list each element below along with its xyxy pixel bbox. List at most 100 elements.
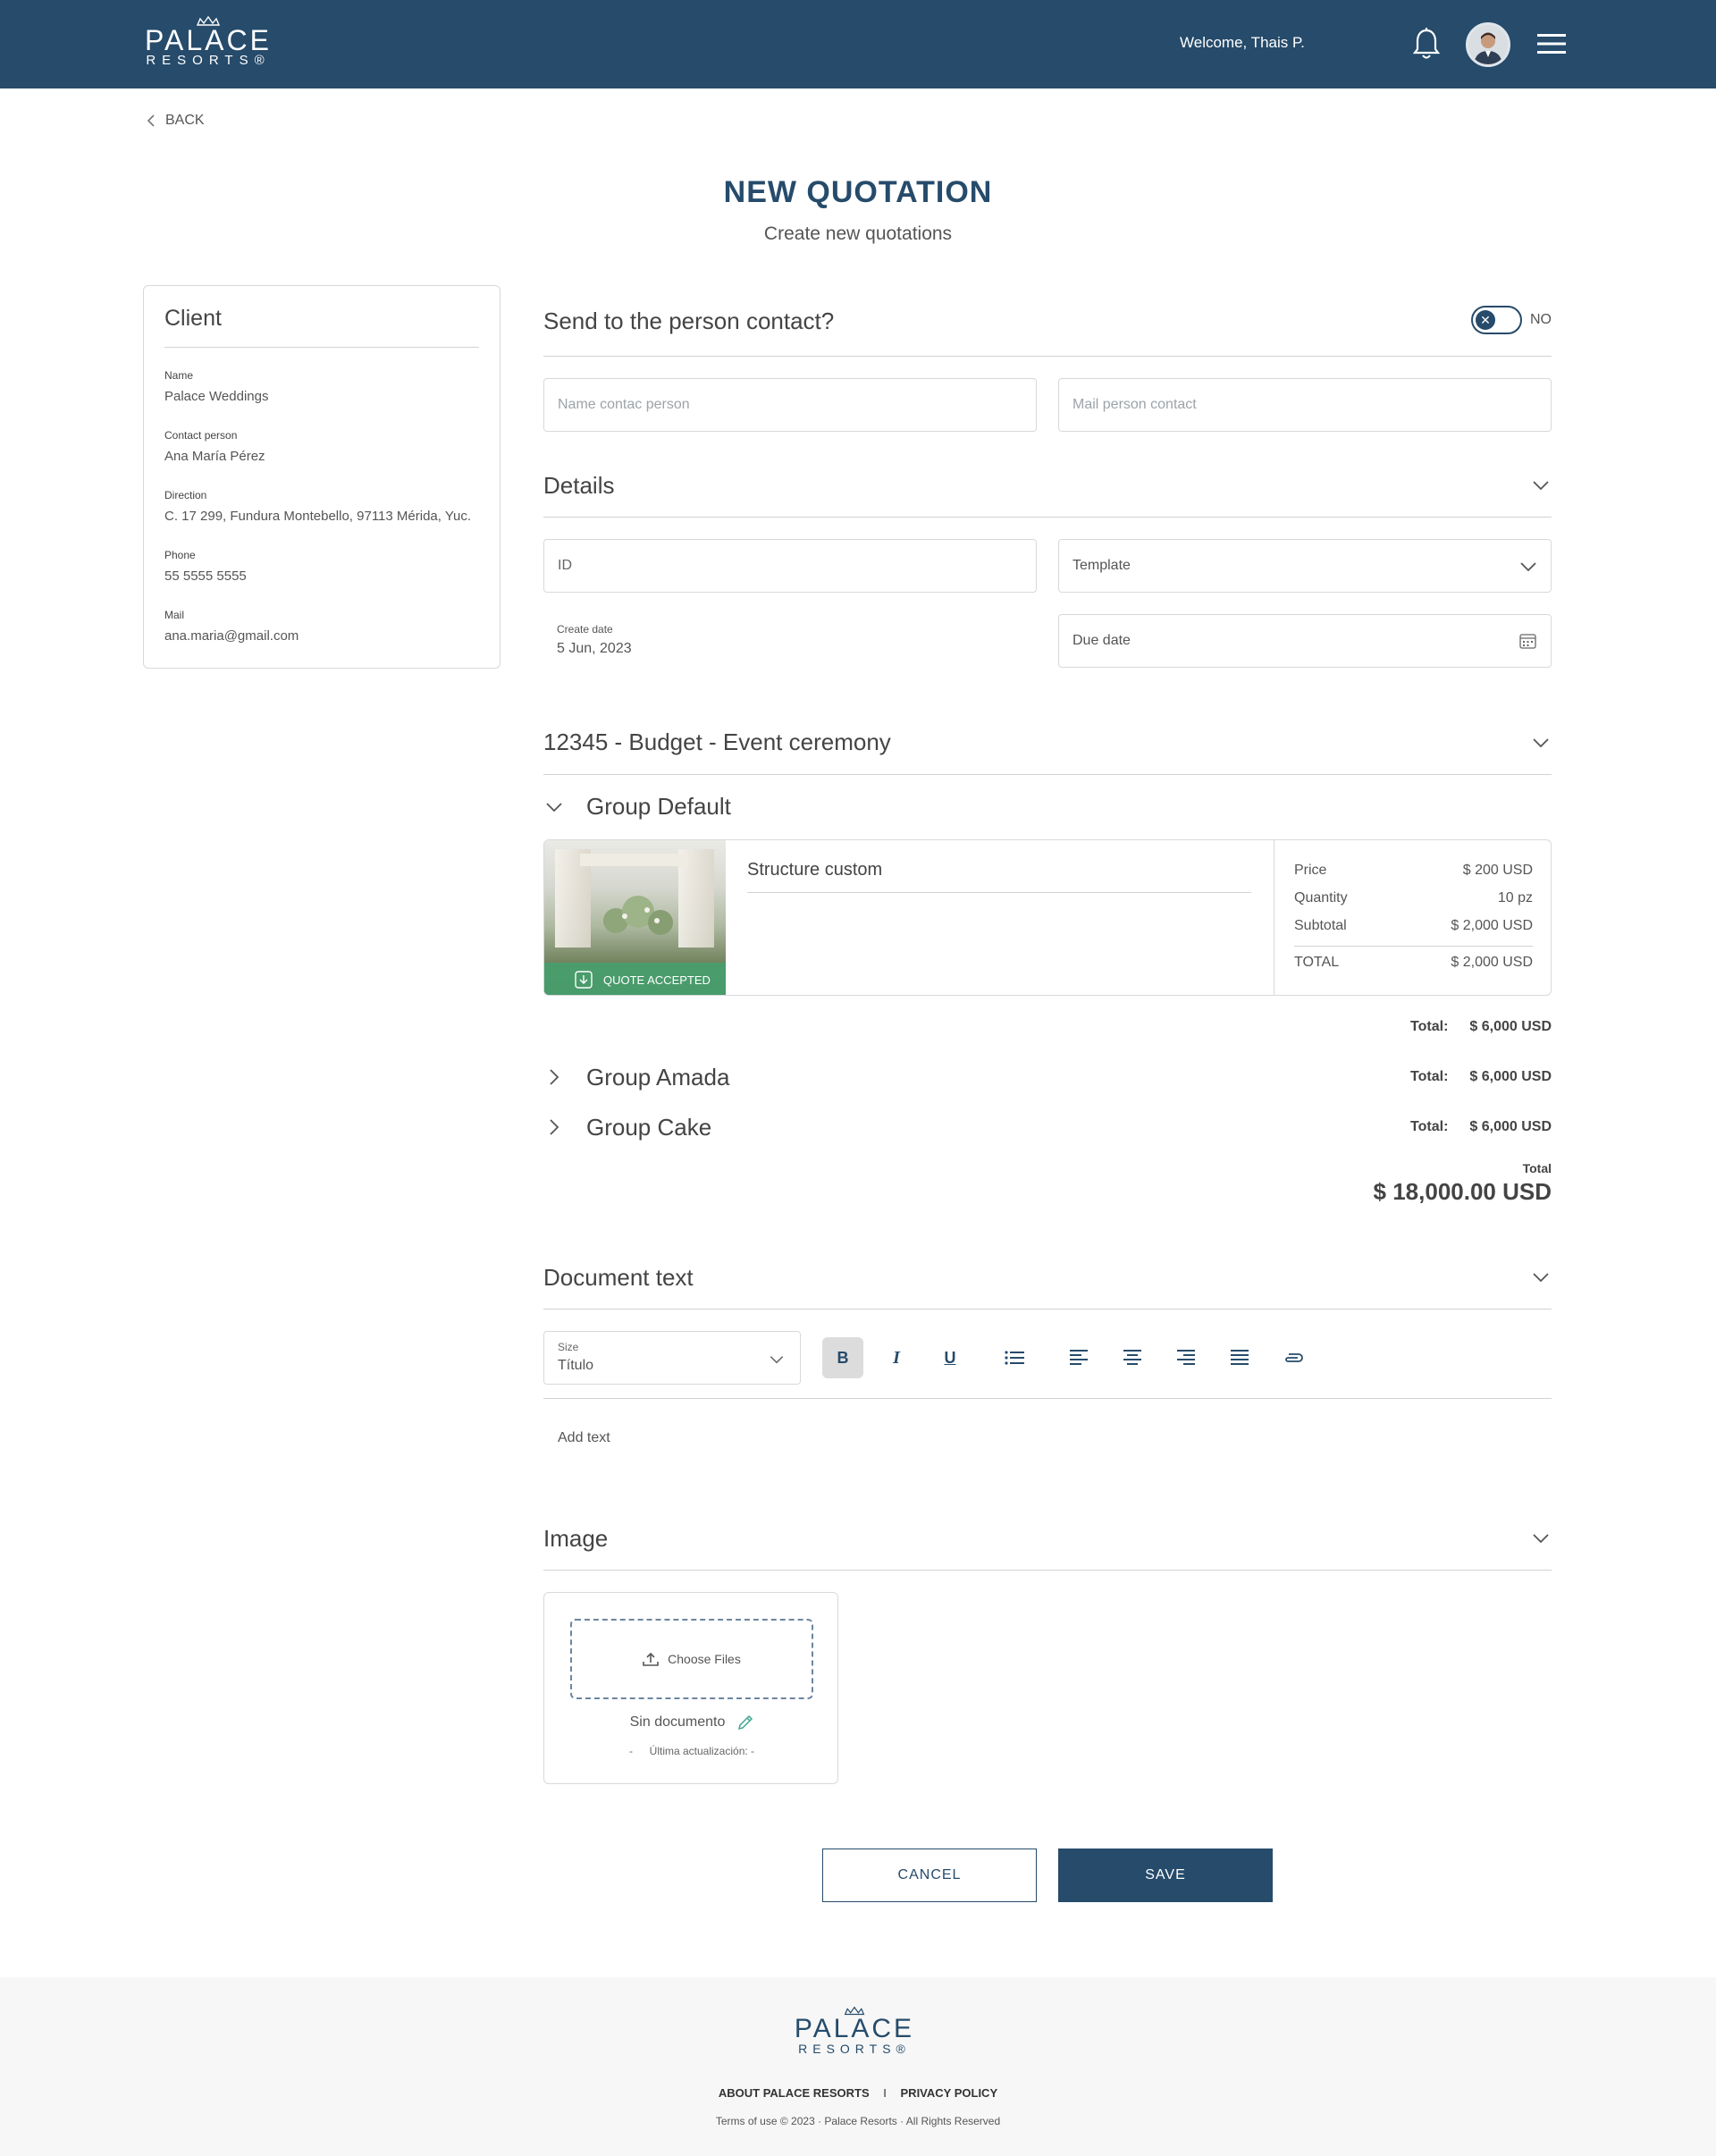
client-mail-value: ana.maria@gmail.com [164,628,299,644]
bold-icon: B [837,1348,849,1367]
chevron-down-icon[interactable] [1533,1533,1549,1544]
toolbar-divider [543,1398,1552,1399]
justify-icon [1231,1350,1249,1365]
client-direction-value: C. 17 299, Fundura Montebello, 97113 Mér… [164,509,472,524]
underline-button[interactable]: U [930,1337,971,1378]
size-label: Size [558,1341,579,1353]
group-amada-total: Total: $ 6,000 USD [1410,1069,1552,1085]
group-amada-title[interactable]: Group Amada [586,1064,729,1091]
client-heading: Client [164,306,222,331]
palace-resorts-logo[interactable]: PALACE RESORTS® [143,16,273,68]
privacy-link[interactable]: PRIVACY POLICY [901,2086,998,2100]
due-date-input[interactable]: Due date [1058,614,1552,668]
client-direction-label: Direction [164,489,207,501]
client-divider [164,347,479,348]
grand-total-value: $ 18,000.00 USD [1373,1178,1552,1205]
item-photo: QUOTE ACCEPTED [544,840,726,995]
footer-separator: I [883,2086,887,2100]
id-input[interactable]: ID [543,539,1037,593]
user-avatar[interactable] [1466,22,1510,67]
chevron-down-icon[interactable] [1533,1272,1549,1283]
id-placeholder: ID [558,558,572,573]
item-total-value: $ 2,000 USD [1451,955,1533,970]
grand-total-label: Total [1522,1161,1552,1175]
logo-line2: RESORTS® [146,53,271,68]
footer [0,1977,1716,2156]
create-date-value: 5 Jun, 2023 [557,641,632,656]
image-heading: Image [543,1525,609,1552]
align-right-button[interactable] [1165,1337,1207,1378]
contact-name-input[interactable]: Name contac person [543,378,1037,432]
footer-logo-line2: RESORTS® [798,2042,911,2056]
group-total-label: Total: [1410,1019,1449,1034]
document-status: Sin documento [629,1714,726,1730]
align-left-icon [1070,1350,1088,1365]
bell-icon[interactable] [1412,27,1441,61]
last-update-prefix: - [628,1745,633,1757]
document-divider [543,1309,1552,1310]
save-button[interactable]: SAVE [1058,1849,1273,1902]
back-link[interactable]: BACK [147,113,205,129]
footer-logo-line1: PALACE [794,2014,915,2043]
justify-button[interactable] [1219,1337,1260,1378]
template-placeholder: Template [1072,558,1131,573]
choose-files-label: Choose Files [668,1652,741,1666]
quantity-row: Quantity 10 pz [1294,890,1533,906]
contact-toggle[interactable]: ✕ [1471,306,1522,334]
create-date-label: Create date [557,623,613,636]
group-total-label: Total: [1410,1069,1449,1084]
client-card: Client Name Palace Weddings Contact pers… [143,285,500,669]
chevron-right-icon[interactable] [549,1069,559,1085]
chevron-down-icon [1520,562,1536,572]
size-select[interactable]: Size Título [543,1331,801,1385]
chevron-down-icon[interactable] [1533,737,1549,748]
chevron-down-icon[interactable] [1533,480,1549,491]
footer-links: ABOUT PALACE RESORTS I PRIVACY POLICY [0,2086,1716,2100]
document-text-area[interactable]: Add text [558,1430,610,1446]
group-total-value: $ 6,000 USD [1469,1019,1552,1034]
attach-link-button[interactable] [1273,1337,1314,1378]
template-select[interactable]: Template [1058,539,1552,593]
user-portrait-icon [1468,25,1508,64]
bullet-list-button[interactable] [994,1337,1035,1378]
back-label: BACK [165,113,205,128]
footer-copyright: Terms of use © 2023 · Palace Resorts · A… [715,2115,1001,2127]
align-center-button[interactable] [1112,1337,1153,1378]
item-price-column: Price $ 200 USD Quantity 10 pz Subtotal … [1274,840,1551,995]
subtotal-label: Subtotal [1294,918,1347,933]
item-name-divider [747,892,1251,893]
align-right-icon [1177,1350,1195,1365]
pencil-icon[interactable] [737,1714,753,1731]
client-contact-value: Ana María Pérez [164,449,265,464]
group-default-title[interactable]: Group Default [586,793,731,821]
group-total-value: $ 6,000 USD [1469,1119,1552,1134]
footer-logo[interactable]: PALACE RESORTS® [794,2006,915,2056]
quote-accepted-badge: QUOTE ACCEPTED [544,963,726,995]
quote-item-card: QUOTE ACCEPTED Structure custom Price $ … [543,839,1552,996]
hamburger-menu-icon[interactable] [1537,33,1566,55]
bold-button[interactable]: B [822,1337,863,1378]
welcome-text: Welcome, Thais P. [1180,34,1305,51]
calendar-icon[interactable] [1519,633,1536,649]
file-dropzone[interactable]: Choose Files [570,1619,813,1699]
about-link[interactable]: ABOUT PALACE RESORTS [719,2086,870,2100]
contact-mail-input[interactable]: Mail person contact [1058,378,1552,432]
group-total-value: $ 6,000 USD [1469,1069,1552,1084]
flowers-decoration [603,896,673,935]
page-title: NEW QUOTATION [723,175,993,209]
client-contact-label: Contact person [164,429,238,442]
cancel-button[interactable]: CANCEL [822,1849,1037,1902]
chevron-down-icon[interactable] [546,802,562,813]
contact-mail-placeholder: Mail person contact [1072,397,1197,412]
client-name-value: Palace Weddings [164,389,269,404]
logo-line1: PALACE [145,24,272,56]
align-center-icon [1123,1350,1141,1365]
chevron-right-icon[interactable] [549,1119,559,1135]
item-name: Structure custom [747,860,883,880]
group-cake-title[interactable]: Group Cake [586,1114,711,1141]
due-date-placeholder: Due date [1072,633,1131,648]
italic-button[interactable]: I [876,1337,917,1378]
align-left-button[interactable] [1058,1337,1099,1378]
contact-question: Send to the person contact? [543,307,835,334]
subtotal-row: Subtotal $ 2,000 USD [1294,918,1533,934]
